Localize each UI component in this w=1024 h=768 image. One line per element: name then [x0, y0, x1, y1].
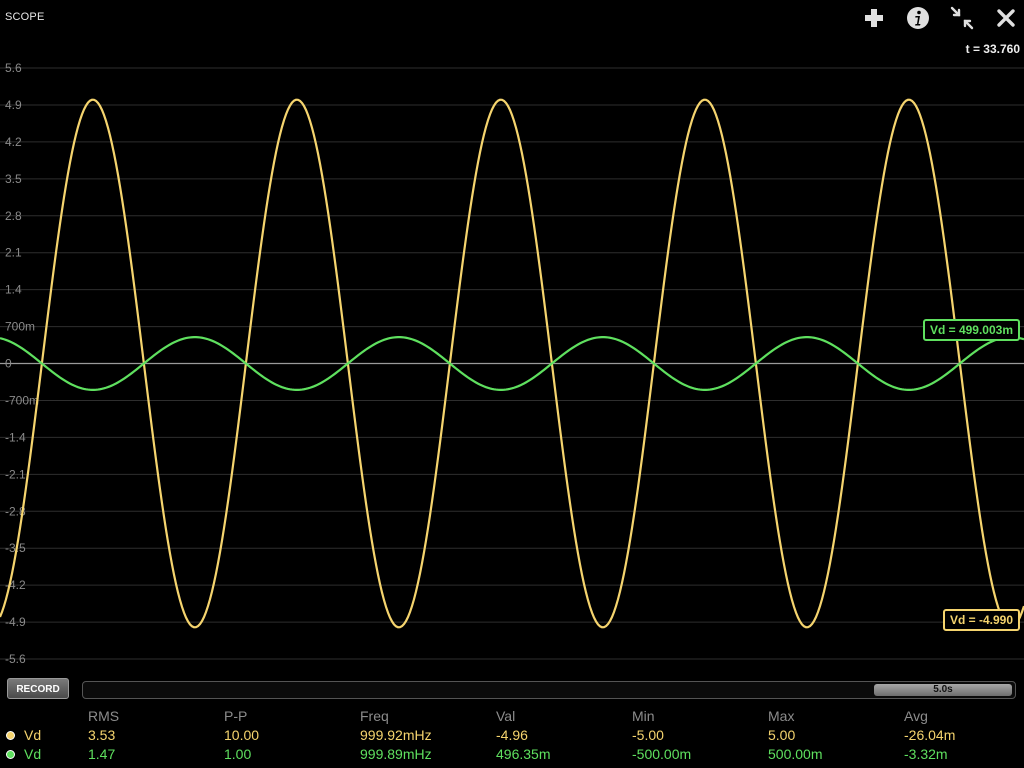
stat-header-pp: P-P: [224, 708, 248, 724]
stat-value: -5.00: [632, 727, 664, 743]
scope-plot[interactable]: 5.6 4.9 4.2 3.5 2.8 2.1 1.4 700m 0 -700m -1.4 -2.1 -…: [0, 0, 1024, 680]
plus-icon: [865, 9, 883, 27]
stat-value: 10.00: [224, 727, 260, 743]
add-trace-button[interactable]: [859, 4, 889, 32]
y-tick-label: 700m: [5, 320, 35, 334]
scope-app: 5.6 4.9 4.2 3.5 2.8 2.1 1.4 700m 0 -700m -1.4 -2.1 -…: [0, 0, 1024, 768]
y-tick-label: -700m: [5, 393, 39, 407]
stat-header-val: Val: [496, 708, 516, 724]
stat-value: 496.35m: [496, 746, 551, 762]
info-icon: [907, 7, 929, 29]
info-button[interactable]: [903, 4, 933, 32]
stat-header-min: Min: [632, 708, 655, 724]
stats-table: RMS P-P Freq Val Min Max Avg Vd 3.53 10.00 999.92m…: [0, 708, 1024, 768]
trace-color-dot[interactable]: [6, 750, 15, 759]
compress-icon: [950, 6, 974, 30]
y-tick-label: 4.9: [5, 98, 22, 112]
cursor-label-green[interactable]: Vd = 499.003m: [922, 319, 1020, 341]
stat-value: -3.32m: [904, 746, 948, 762]
stat-value: -500.00m: [632, 746, 692, 762]
stat-value: 999.89mHz: [360, 746, 432, 762]
y-tick-label: -1.4: [5, 430, 26, 444]
compress-button[interactable]: [947, 4, 977, 32]
stat-row-name: Vd: [24, 746, 42, 762]
stat-value: 5.00: [768, 727, 796, 743]
grid-lines: [0, 67, 1024, 660]
stat-row-name: Vd: [24, 727, 42, 743]
time-readout: t = 33.760: [965, 42, 1020, 56]
y-tick-label: -2.1: [5, 467, 26, 481]
y-tick-label: 0: [5, 357, 12, 371]
stat-header-rms: RMS: [88, 708, 120, 724]
y-tick-label: 5.6: [5, 61, 22, 75]
stat-header-avg: Avg: [904, 708, 928, 724]
close-icon: [997, 9, 1015, 27]
y-tick-label: 2.8: [5, 209, 22, 223]
stat-value: 999.92mHz: [360, 727, 432, 743]
close-button[interactable]: [991, 4, 1021, 32]
stat-value: 1.00: [224, 746, 252, 762]
stat-value: -26.04m: [904, 727, 956, 743]
cursor-label-yellow[interactable]: Vd = -4.990: [942, 609, 1020, 631]
y-tick-label: -5.6: [5, 652, 26, 666]
app-title: SCOPE: [5, 11, 45, 23]
timeline-scrubber[interactable]: 5.0s: [82, 681, 1016, 699]
stat-header-max: Max: [768, 708, 795, 724]
trace-color-dot[interactable]: [6, 731, 15, 740]
record-button[interactable]: RECORD: [7, 678, 69, 699]
stat-value: 500.00m: [768, 746, 823, 762]
y-tick-label: 4.2: [5, 135, 22, 149]
y-tick-label: 3.5: [5, 172, 22, 186]
stat-header-freq: Freq: [360, 708, 389, 724]
y-tick-label: 1.4: [5, 283, 22, 297]
stat-value: 3.53: [88, 727, 116, 743]
stat-value: 1.47: [88, 746, 116, 762]
y-tick-label: -4.9: [5, 615, 26, 629]
timeline-thumb[interactable]: 5.0s: [874, 684, 1012, 696]
y-tick-label: 2.1: [5, 246, 22, 260]
stat-value: -4.96: [496, 727, 528, 743]
